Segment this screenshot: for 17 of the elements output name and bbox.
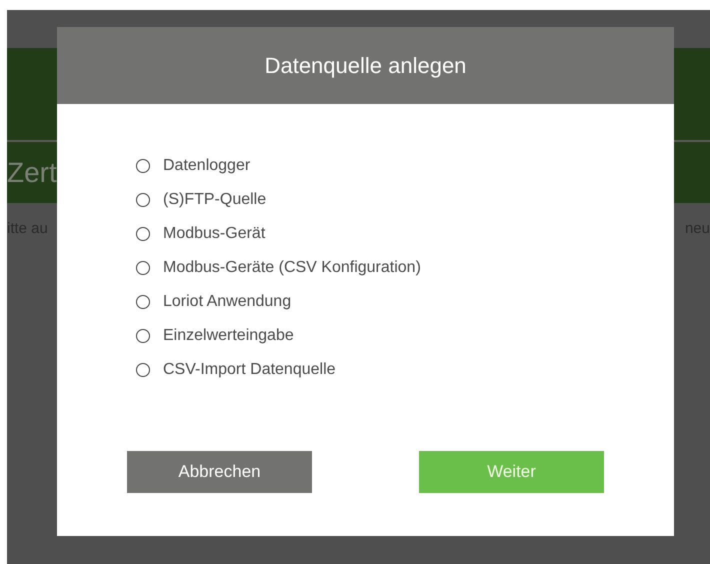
dialog-title: Datenquelle anlegen: [264, 52, 466, 78]
radio-button[interactable]: [136, 329, 150, 343]
radio-option[interactable]: Datenlogger: [136, 154, 674, 178]
radio-option[interactable]: Einzelwerteingabe: [136, 324, 674, 348]
radio-button[interactable]: [136, 159, 150, 173]
radio-option[interactable]: CSV-Import Datenquelle: [136, 358, 674, 382]
radio-option[interactable]: Loriot Anwendung: [136, 290, 674, 314]
radio-button[interactable]: [136, 363, 150, 377]
radio-option[interactable]: Modbus-Gerät: [136, 222, 674, 246]
radio-button[interactable]: [136, 227, 150, 241]
radio-button[interactable]: [136, 193, 150, 207]
radio-button[interactable]: [136, 261, 150, 275]
cancel-button[interactable]: Abbrechen: [127, 451, 312, 493]
page-heading: Zert: [7, 156, 57, 188]
radio-option[interactable]: (S)FTP-Quelle: [136, 188, 674, 212]
radio-button[interactable]: [136, 295, 150, 309]
radio-option[interactable]: Modbus-Geräte (CSV Konfiguration): [136, 256, 674, 280]
